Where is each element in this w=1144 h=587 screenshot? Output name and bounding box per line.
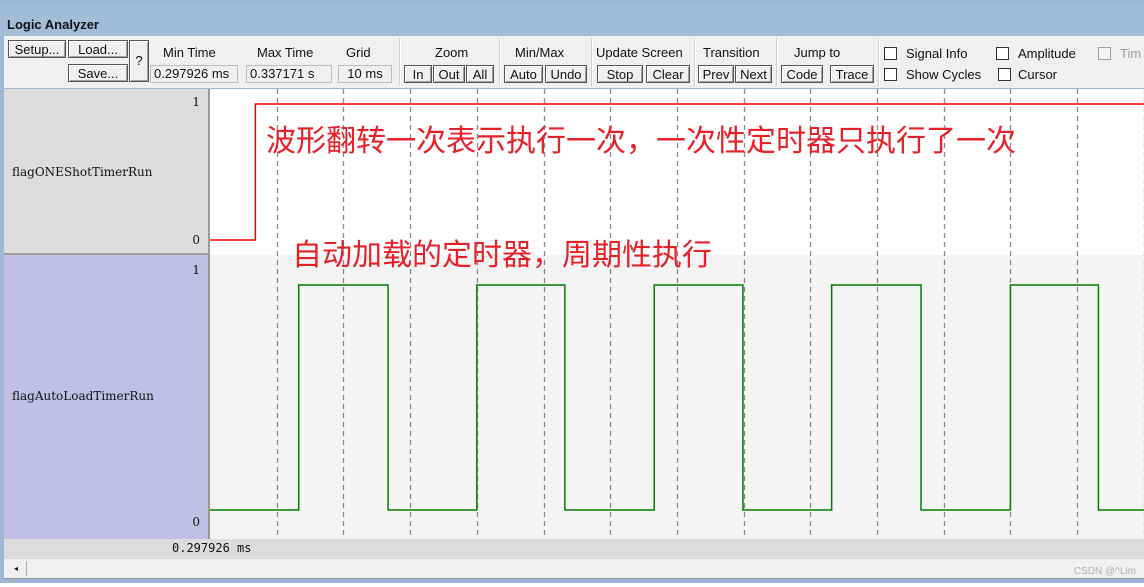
transition-label: Transition — [703, 45, 760, 60]
separator — [878, 38, 880, 86]
max-time-label: Max Time — [257, 45, 314, 60]
zoom-all-button[interactable]: All — [466, 65, 494, 83]
horizontal-scrollbar[interactable]: ◂ — [4, 559, 1144, 579]
time-checkbox — [1098, 47, 1111, 60]
separator — [694, 38, 696, 86]
setup-button[interactable]: Setup... — [8, 40, 66, 58]
update-screen-label: Update Screen — [596, 45, 683, 60]
separator — [399, 38, 401, 86]
title-bar: Logic Analyzer — [0, 4, 1144, 36]
cursor-checkbox[interactable] — [998, 68, 1011, 81]
window-title: Logic Analyzer — [7, 17, 99, 32]
signal-name: flagONEShotTimerRun — [12, 165, 153, 179]
high-level-label: 1 — [192, 95, 200, 109]
signal-names-panel: 1 flagONEShotTimerRun 0 1 flagAutoLoadTi… — [4, 89, 210, 539]
prev-transition-button[interactable]: Prev — [698, 65, 734, 83]
separator — [776, 38, 778, 86]
annotation-autoload: 自动加载的定时器，周期性执行 — [292, 239, 712, 272]
watermark: CSDN @^Lim — [1073, 566, 1136, 577]
time-ruler: 0.297926 ms — [4, 539, 1144, 559]
load-button[interactable]: Load... — [68, 40, 128, 58]
clear-button[interactable]: Clear — [646, 65, 690, 83]
low-level-label: 0 — [192, 233, 200, 247]
signal-info-label: Signal Info — [906, 46, 968, 61]
minmax-undo-button[interactable]: Undo — [545, 65, 587, 83]
zoom-label: Zoom — [435, 45, 469, 60]
jump-to-label: Jump to — [794, 45, 841, 60]
show-cycles-checkbox[interactable] — [884, 68, 897, 81]
minmax-label: Min/Max — [515, 45, 565, 60]
signal-row-autoload[interactable]: 1 flagAutoLoadTimerRun 0 — [4, 255, 210, 539]
save-button[interactable]: Save... — [68, 64, 128, 82]
scroll-left-arrow-icon[interactable]: ◂ — [6, 561, 27, 576]
jump-trace-button[interactable]: Trace — [830, 65, 874, 83]
signal-row-oneshot[interactable]: 1 flagONEShotTimerRun 0 — [4, 89, 210, 255]
signal-info-checkbox[interactable] — [884, 47, 897, 60]
show-cycles-label: Show Cycles — [906, 67, 982, 82]
annotation-oneshot: 波形翻转一次表示执行一次，一次性定时器只执行了一次 — [266, 125, 1016, 158]
zoom-out-button[interactable]: Out — [433, 65, 465, 83]
min-time-value: 0.297926 ms — [150, 65, 238, 83]
help-button[interactable]: ? — [129, 40, 149, 82]
max-time-value: 0.337171 s — [246, 65, 332, 83]
time-label: Tim — [1120, 46, 1142, 61]
low-level-label: 0 — [192, 515, 200, 529]
stop-button[interactable]: Stop — [597, 65, 643, 83]
signal-name: flagAutoLoadTimerRun — [12, 389, 154, 403]
zoom-in-button[interactable]: In — [404, 65, 432, 83]
separator — [591, 38, 593, 86]
high-level-label: 1 — [192, 263, 200, 277]
jump-code-button[interactable]: Code — [781, 65, 823, 83]
grid-value: 10 ms — [338, 65, 392, 83]
min-time-label: Min Time — [163, 45, 216, 60]
amplitude-label: Amplitude — [1018, 46, 1076, 61]
logic-analyzer-window: Logic Analyzer Setup... Load... Save... … — [0, 0, 1144, 583]
separator — [499, 38, 501, 86]
next-transition-button[interactable]: Next — [735, 65, 772, 83]
minmax-auto-button[interactable]: Auto — [504, 65, 543, 83]
toolbar: Setup... Load... Save... ? Min Time 0.29… — [4, 36, 1144, 88]
waveform-plot[interactable]: 波形翻转一次表示执行一次，一次性定时器只执行了一次 自动加载的定时器，周期性执行 — [210, 89, 1144, 539]
grid-label: Grid — [346, 45, 371, 60]
amplitude-checkbox[interactable] — [996, 47, 1009, 60]
cursor-label: Cursor — [1018, 67, 1058, 82]
cursor-time-readout: 0.297926 ms — [172, 541, 252, 555]
